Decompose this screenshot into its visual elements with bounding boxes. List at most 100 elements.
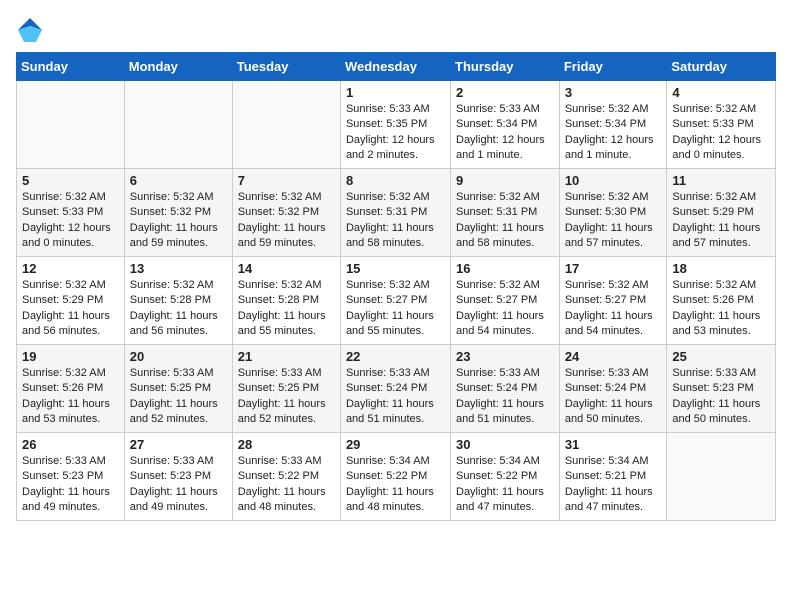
calendar-cell: 6Sunrise: 5:32 AM Sunset: 5:32 PM Daylig… xyxy=(124,169,232,257)
weekday-header: Saturday xyxy=(667,53,776,81)
calendar-cell: 16 Sunrise: 5:32 AM Sunset: 5:27 PM Dayli… xyxy=(451,257,560,345)
day-info: Sunrise: 5:32 AM Sunset: 5:26 PM Dayligh… xyxy=(22,366,119,428)
calendar-cell: 11Sunrise: 5:32 AM Sunset: 5:29 PM Dayli… xyxy=(667,169,776,257)
day-info: Sunrise: 5:32 AM Sunset: 5:31 PM Dayligh… xyxy=(456,190,554,252)
calendar-cell: 18 Sunrise: 5:32 AM Sunset: 5:26 PM Dayli… xyxy=(667,257,776,345)
calendar-cell xyxy=(667,433,776,521)
day-number: 27 xyxy=(130,437,227,452)
calendar-cell xyxy=(124,81,232,169)
day-info: Sunrise: 5:32 AM Sunset: 5:27 PM Dayligh… xyxy=(565,278,662,340)
weekday-header: Wednesday xyxy=(340,53,450,81)
weekday-header: Sunday xyxy=(17,53,125,81)
day-number: 10 xyxy=(565,173,662,188)
day-number: 16 xyxy=(456,261,554,276)
calendar-cell: 29 Sunrise: 5:34 AM Sunset: 5:22 PM Dayli… xyxy=(340,433,450,521)
day-number: 26 xyxy=(22,437,119,452)
day-number: 11 xyxy=(672,173,770,188)
day-number: 24 xyxy=(565,349,662,364)
day-number: 9 xyxy=(456,173,554,188)
day-number: 30 xyxy=(456,437,554,452)
calendar-cell: 28 Sunrise: 5:33 AM Sunset: 5:22 PM Dayli… xyxy=(232,433,340,521)
calendar-cell: 22 Sunrise: 5:33 AM Sunset: 5:24 PM Dayli… xyxy=(340,345,450,433)
calendar-cell: 13Sunrise: 5:32 AM Sunset: 5:28 PM Dayli… xyxy=(124,257,232,345)
calendar-cell xyxy=(232,81,340,169)
calendar-cell: 26 Sunrise: 5:33 AM Sunset: 5:23 PM Dayli… xyxy=(17,433,125,521)
day-info: Sunrise: 5:32 AM Sunset: 5:32 PM Dayligh… xyxy=(130,190,227,252)
weekday-header: Monday xyxy=(124,53,232,81)
day-info: Sunrise: 5:34 AM Sunset: 5:22 PM Dayligh… xyxy=(346,454,445,516)
day-info: Sunrise: 5:32 AM Sunset: 5:26 PM Dayligh… xyxy=(672,278,770,340)
calendar-cell: 25 Sunrise: 5:33 AM Sunset: 5:23 PM Dayli… xyxy=(667,345,776,433)
day-info: Sunrise: 5:32 AM Sunset: 5:33 PM Dayligh… xyxy=(672,102,770,164)
day-info: Sunrise: 5:32 AM Sunset: 5:30 PM Dayligh… xyxy=(565,190,662,252)
day-info: Sunrise: 5:33 AM Sunset: 5:23 PM Dayligh… xyxy=(22,454,119,516)
day-info: Sunrise: 5:32 AM Sunset: 5:33 PM Dayligh… xyxy=(22,190,119,252)
day-info: Sunrise: 5:33 AM Sunset: 5:23 PM Dayligh… xyxy=(130,454,227,516)
calendar-cell: 12Sunrise: 5:32 AM Sunset: 5:29 PM Dayli… xyxy=(17,257,125,345)
calendar-cell: 31Sunrise: 5:34 AM Sunset: 5:21 PM Dayli… xyxy=(559,433,667,521)
day-number: 15 xyxy=(346,261,445,276)
day-number: 22 xyxy=(346,349,445,364)
day-info: Sunrise: 5:33 AM Sunset: 5:22 PM Dayligh… xyxy=(238,454,335,516)
weekday-header: Friday xyxy=(559,53,667,81)
calendar-cell: 8 Sunrise: 5:32 AM Sunset: 5:31 PM Daylig… xyxy=(340,169,450,257)
calendar-cell: 21 Sunrise: 5:33 AM Sunset: 5:25 PM Dayli… xyxy=(232,345,340,433)
day-number: 8 xyxy=(346,173,445,188)
calendar-cell: 2Sunrise: 5:33 AM Sunset: 5:34 PM Daylig… xyxy=(451,81,560,169)
day-number: 17 xyxy=(565,261,662,276)
day-info: Sunrise: 5:32 AM Sunset: 5:31 PM Dayligh… xyxy=(346,190,445,252)
day-number: 4 xyxy=(672,85,770,100)
day-number: 29 xyxy=(346,437,445,452)
day-info: Sunrise: 5:32 AM Sunset: 5:34 PM Dayligh… xyxy=(565,102,662,164)
day-number: 21 xyxy=(238,349,335,364)
calendar-cell: 14 Sunrise: 5:32 AM Sunset: 5:28 PM Dayli… xyxy=(232,257,340,345)
day-info: Sunrise: 5:33 AM Sunset: 5:24 PM Dayligh… xyxy=(565,366,662,428)
day-info: Sunrise: 5:33 AM Sunset: 5:24 PM Dayligh… xyxy=(346,366,445,428)
calendar-cell: 24 Sunrise: 5:33 AM Sunset: 5:24 PM Dayli… xyxy=(559,345,667,433)
day-number: 19 xyxy=(22,349,119,364)
weekday-header: Thursday xyxy=(451,53,560,81)
day-number: 14 xyxy=(238,261,335,276)
day-number: 7 xyxy=(238,173,335,188)
calendar-cell: 7 Sunrise: 5:32 AM Sunset: 5:32 PM Daylig… xyxy=(232,169,340,257)
day-number: 20 xyxy=(130,349,227,364)
day-number: 23 xyxy=(456,349,554,364)
day-number: 1 xyxy=(346,85,445,100)
page-header xyxy=(16,16,776,44)
calendar-cell: 20 Sunrise: 5:33 AM Sunset: 5:25 PM Dayli… xyxy=(124,345,232,433)
calendar-cell: 4 Sunrise: 5:32 AM Sunset: 5:33 PM Daylig… xyxy=(667,81,776,169)
calendar-cell xyxy=(17,81,125,169)
calendar-cell: 3 Sunrise: 5:32 AM Sunset: 5:34 PM Daylig… xyxy=(559,81,667,169)
calendar-cell: 15Sunrise: 5:32 AM Sunset: 5:27 PM Dayli… xyxy=(340,257,450,345)
day-info: Sunrise: 5:33 AM Sunset: 5:23 PM Dayligh… xyxy=(672,366,770,428)
day-number: 5 xyxy=(22,173,119,188)
day-info: Sunrise: 5:33 AM Sunset: 5:25 PM Dayligh… xyxy=(238,366,335,428)
day-info: Sunrise: 5:34 AM Sunset: 5:22 PM Dayligh… xyxy=(456,454,554,516)
day-info: Sunrise: 5:32 AM Sunset: 5:28 PM Dayligh… xyxy=(130,278,227,340)
logo-icon xyxy=(16,16,44,44)
calendar-cell: 19 Sunrise: 5:32 AM Sunset: 5:26 PM Dayli… xyxy=(17,345,125,433)
day-info: Sunrise: 5:32 AM Sunset: 5:28 PM Dayligh… xyxy=(238,278,335,340)
day-info: Sunrise: 5:32 AM Sunset: 5:27 PM Dayligh… xyxy=(456,278,554,340)
day-info: Sunrise: 5:33 AM Sunset: 5:35 PM Dayligh… xyxy=(346,102,445,164)
day-number: 3 xyxy=(565,85,662,100)
day-info: Sunrise: 5:33 AM Sunset: 5:34 PM Dayligh… xyxy=(456,102,554,164)
day-info: Sunrise: 5:33 AM Sunset: 5:25 PM Dayligh… xyxy=(130,366,227,428)
calendar-table: SundayMondayTuesdayWednesdayThursdayFrid… xyxy=(16,52,776,521)
day-number: 25 xyxy=(672,349,770,364)
calendar-header: SundayMondayTuesdayWednesdayThursdayFrid… xyxy=(17,53,776,81)
calendar-cell: 10 Sunrise: 5:32 AM Sunset: 5:30 PM Dayli… xyxy=(559,169,667,257)
day-number: 12 xyxy=(22,261,119,276)
day-info: Sunrise: 5:32 AM Sunset: 5:32 PM Dayligh… xyxy=(238,190,335,252)
day-number: 28 xyxy=(238,437,335,452)
calendar-cell: 17 Sunrise: 5:32 AM Sunset: 5:27 PM Dayli… xyxy=(559,257,667,345)
calendar-cell: 30 Sunrise: 5:34 AM Sunset: 5:22 PM Dayli… xyxy=(451,433,560,521)
weekday-header: Tuesday xyxy=(232,53,340,81)
logo xyxy=(16,16,46,44)
calendar-cell: 5 Sunrise: 5:32 AM Sunset: 5:33 PM Daylig… xyxy=(17,169,125,257)
calendar-cell: 1 Sunrise: 5:33 AM Sunset: 5:35 PM Daylig… xyxy=(340,81,450,169)
day-number: 18 xyxy=(672,261,770,276)
calendar-cell: 23Sunrise: 5:33 AM Sunset: 5:24 PM Dayli… xyxy=(451,345,560,433)
day-info: Sunrise: 5:34 AM Sunset: 5:21 PM Dayligh… xyxy=(565,454,662,516)
calendar-cell: 9 Sunrise: 5:32 AM Sunset: 5:31 PM Daylig… xyxy=(451,169,560,257)
